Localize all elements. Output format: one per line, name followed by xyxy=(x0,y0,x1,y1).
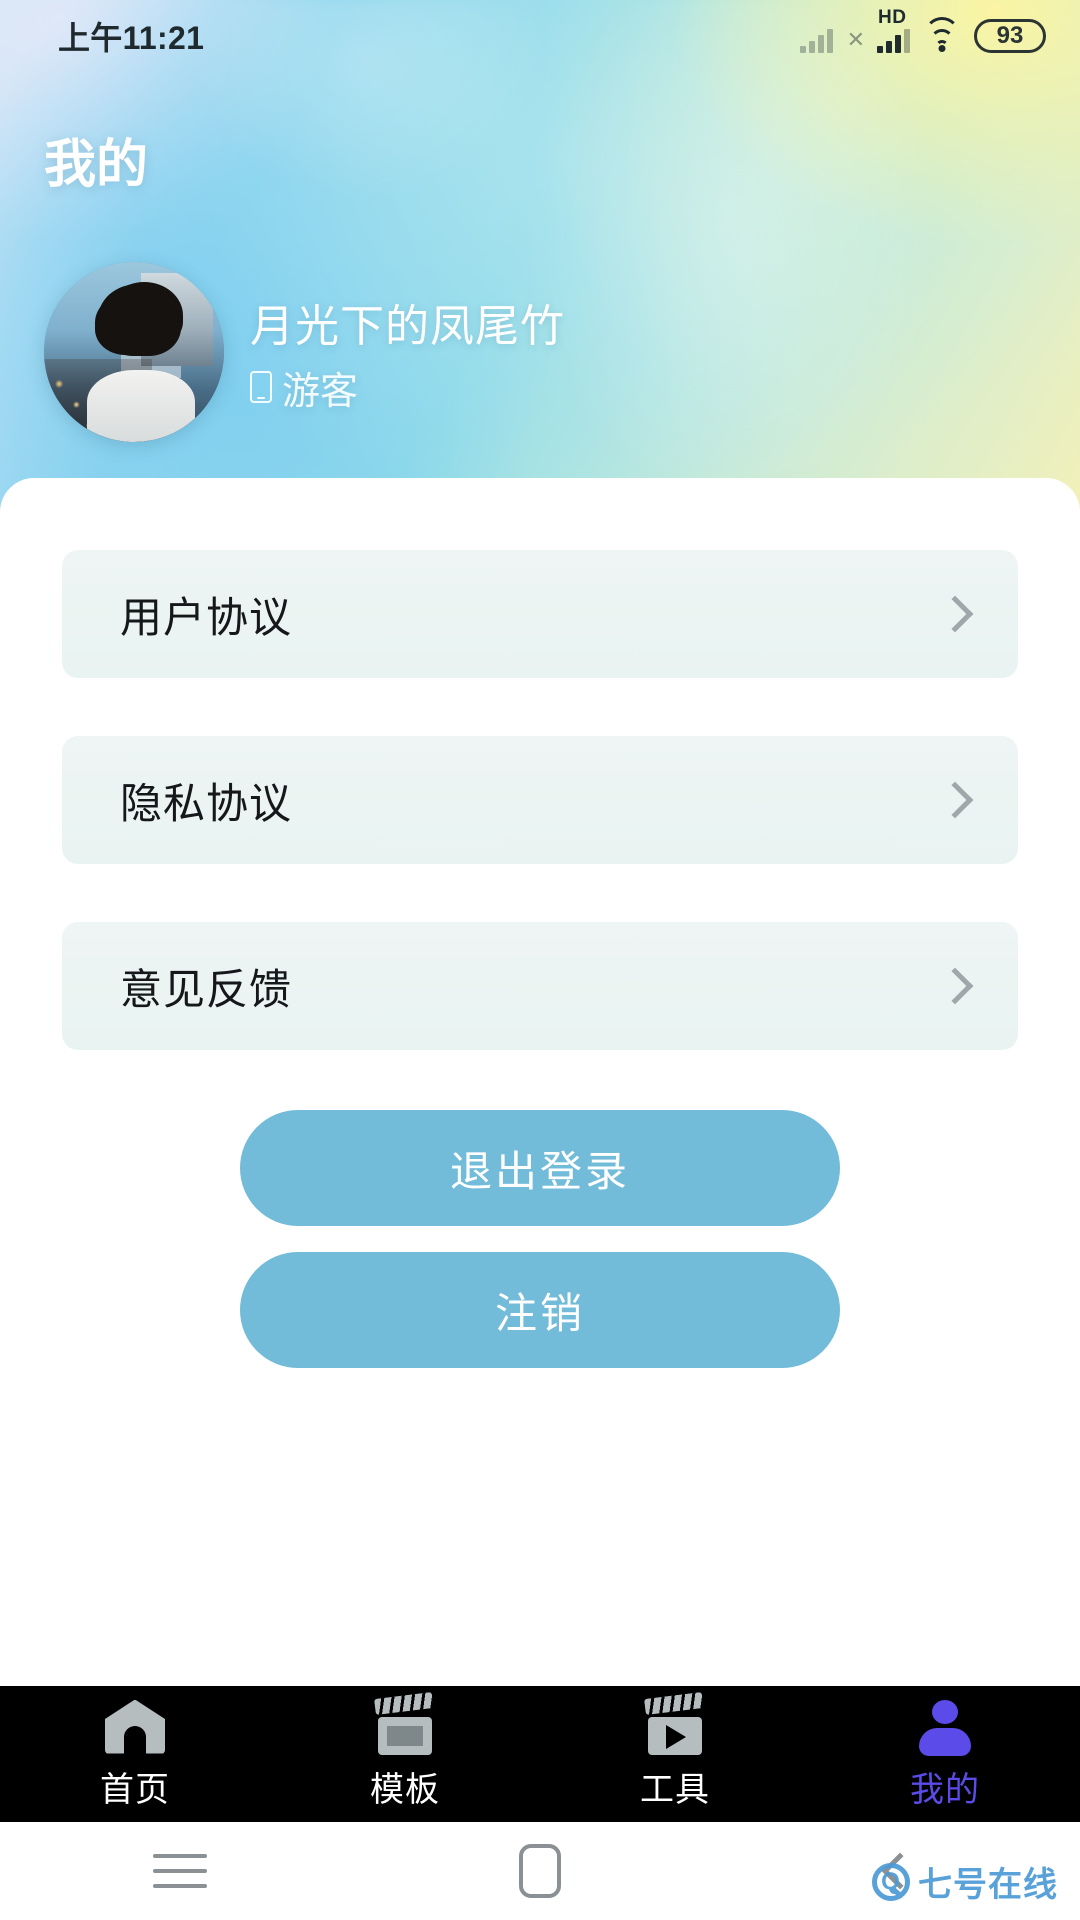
tab-home[interactable]: 首页 xyxy=(0,1698,270,1811)
bottom-tab-bar: 首页 模板 工具 我的 xyxy=(0,1686,1080,1822)
clapperboard-icon xyxy=(373,1691,437,1756)
home-square-icon xyxy=(519,1844,561,1898)
menu-item-label: 意见反馈 xyxy=(120,965,293,1013)
watermark-text: 七号在线 xyxy=(918,1866,1058,1904)
profile-section[interactable]: 月光下的凤尾竹 游客 xyxy=(44,262,565,442)
recents-button[interactable] xyxy=(0,1854,360,1888)
tab-label: 模板 xyxy=(370,1770,440,1809)
menu-item-feedback[interactable]: 意见反馈 xyxy=(62,922,1018,1050)
phone-icon xyxy=(250,371,272,403)
chevron-right-icon xyxy=(936,781,974,819)
hero-background xyxy=(0,0,1080,520)
watermark: Q 七号在线 xyxy=(872,1857,1058,1906)
status-bar: 上午11:21 ✕ HD 93 xyxy=(0,0,1080,72)
menu-item-user-agreement[interactable]: 用户协议 xyxy=(62,550,1018,678)
status-time: 上午11:21 xyxy=(58,20,205,56)
battery-icon: 93 xyxy=(974,19,1046,53)
action-buttons: 退出登录 注销 xyxy=(240,1110,840,1368)
tab-tools[interactable]: 工具 xyxy=(540,1691,810,1811)
logout-button[interactable]: 退出登录 xyxy=(240,1110,840,1226)
watermark-logo-icon: Q xyxy=(872,1862,910,1901)
chevron-right-icon xyxy=(936,967,974,1005)
profile-role: 游客 xyxy=(250,360,565,415)
menu-item-label: 用户协议 xyxy=(120,593,293,641)
tab-label: 首页 xyxy=(100,1770,170,1809)
chevron-right-icon xyxy=(936,595,974,633)
tab-label: 工具 xyxy=(640,1770,710,1809)
menu-item-label: 隐私协议 xyxy=(120,779,293,827)
no-sim-icon: ✕ xyxy=(846,27,865,52)
app-screen: 上午11:21 ✕ HD 93 我的 月光下的凤尾竹 游客 用户协议 隐私协议 … xyxy=(0,0,1080,1920)
clapperboard-play-icon xyxy=(643,1691,707,1756)
tab-label: 我的 xyxy=(910,1770,980,1809)
hd-signal-icon: HD xyxy=(877,7,910,53)
hd-label: HD xyxy=(878,7,907,28)
deregister-button[interactable]: 注销 xyxy=(240,1252,840,1368)
page-title: 我的 xyxy=(44,136,149,194)
menu-item-privacy-agreement[interactable]: 隐私协议 xyxy=(62,736,1018,864)
profile-role-label: 游客 xyxy=(282,370,359,413)
tab-mine[interactable]: 我的 xyxy=(810,1698,1080,1811)
home-button[interactable] xyxy=(360,1844,720,1898)
signal-icon xyxy=(799,27,833,53)
avatar[interactable] xyxy=(44,262,224,442)
tab-template[interactable]: 模板 xyxy=(270,1691,540,1811)
person-icon xyxy=(913,1698,977,1756)
status-icons: ✕ HD 93 xyxy=(799,7,1046,53)
profile-name: 月光下的凤尾竹 xyxy=(250,301,565,351)
home-icon xyxy=(103,1698,167,1756)
profile-info: 月光下的凤尾竹 游客 xyxy=(250,290,565,415)
content-sheet: 用户协议 隐私协议 意见反馈 退出登录 注销 备案号：鲁ICP备20230259… xyxy=(0,478,1080,1686)
settings-menu: 用户协议 隐私协议 意见反馈 xyxy=(62,550,1018,1108)
recents-icon xyxy=(153,1854,207,1888)
wifi-icon xyxy=(924,17,960,53)
